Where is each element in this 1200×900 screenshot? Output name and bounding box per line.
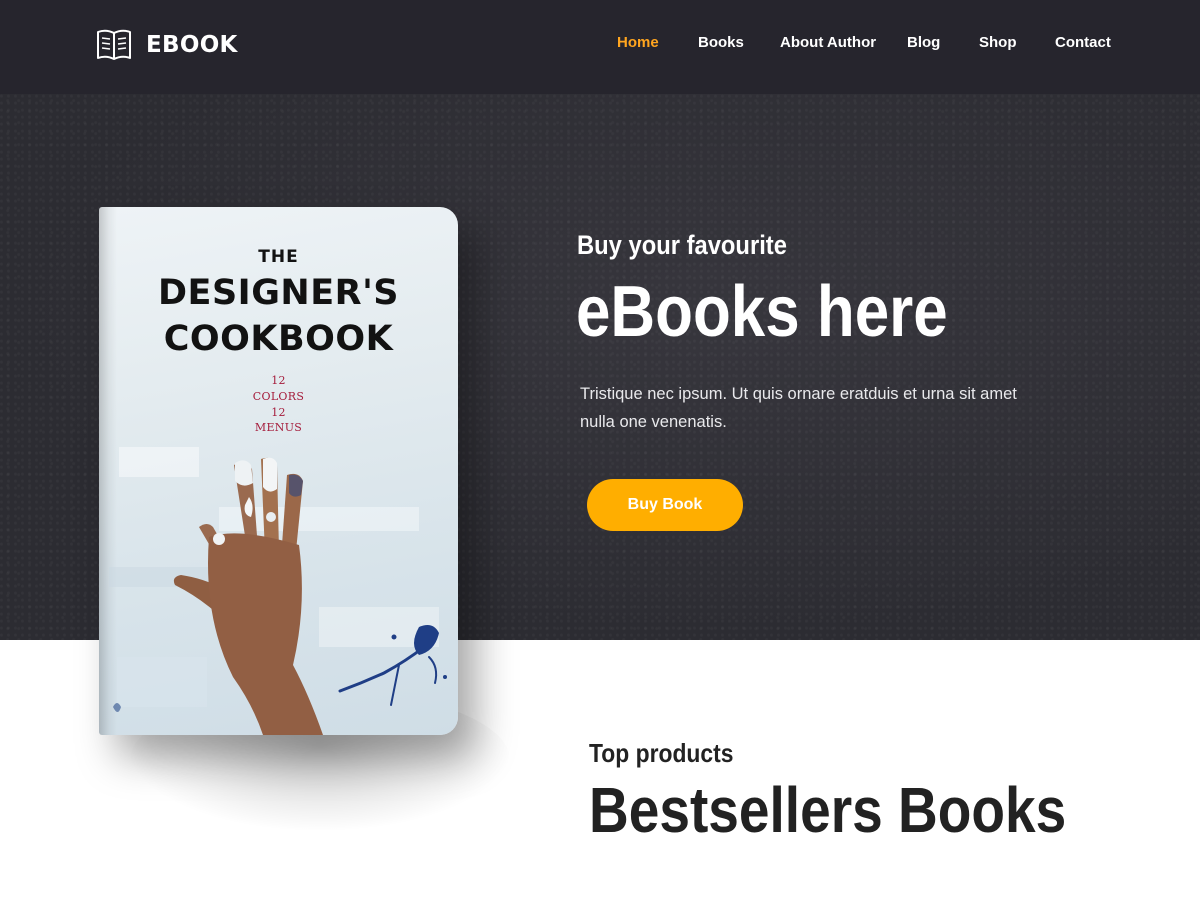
- buy-book-button[interactable]: Buy Book: [587, 479, 743, 531]
- book-title-line-2: COOKBOOK: [163, 319, 394, 359]
- book-subtitle-2: COLORS: [252, 390, 305, 403]
- painted-hand-illustration: [173, 457, 323, 735]
- nav-contact[interactable]: Contact: [1055, 34, 1111, 51]
- nav-about-author[interactable]: About Author: [780, 34, 876, 51]
- nav-books[interactable]: Books: [698, 34, 744, 51]
- brand-logo[interactable]: EBOOK: [96, 28, 238, 62]
- book-title-line-1: DESIGNER'S: [158, 273, 399, 313]
- bestsellers-title: Bestsellers Books: [589, 774, 1067, 846]
- book-cover[interactable]: THE DESIGNER'S COOKBOOK 12 COLORS 12 MEN…: [99, 207, 458, 735]
- bestsellers-kicker: Top products: [589, 738, 734, 768]
- hero-description: Tristique nec ipsum. Ut quis ornare erat…: [580, 385, 1017, 431]
- book-subtitle-1: 12: [271, 374, 286, 387]
- brand-name: EBOOK: [146, 32, 238, 58]
- nav-home[interactable]: Home: [617, 34, 659, 51]
- nav-shop[interactable]: Shop: [979, 34, 1017, 51]
- book-subtitle-4: MENUS: [254, 421, 303, 434]
- open-book-icon: [97, 29, 131, 60]
- hero-title: eBooks here: [576, 272, 948, 352]
- nav-blog[interactable]: Blog: [907, 34, 940, 51]
- book-subtitle-3: 12: [271, 406, 286, 419]
- book-title-the: THE: [258, 247, 299, 267]
- hero-kicker: Buy your favourite: [577, 230, 787, 260]
- site-header: EBOOK Home Books About Author Blog Shop …: [0, 0, 1200, 94]
